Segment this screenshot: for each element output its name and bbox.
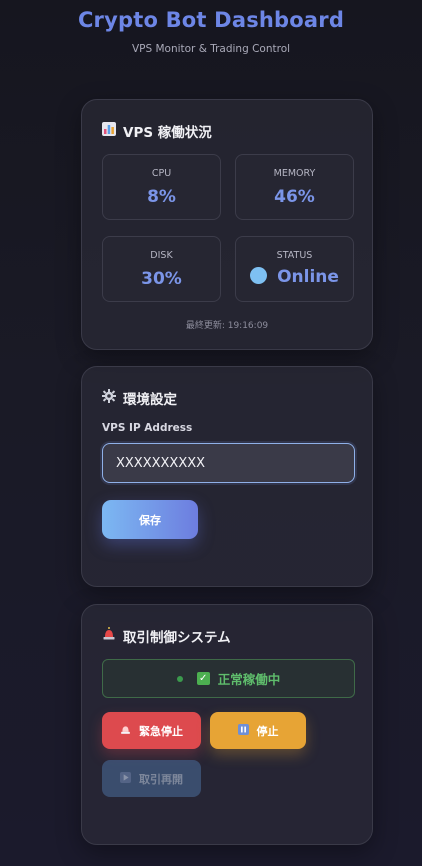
status-label: STATUS — [276, 250, 313, 261]
bar-chart-icon — [102, 122, 116, 140]
status-value-text: Online — [277, 267, 339, 287]
disk-value: 30% — [141, 269, 182, 289]
memory-value: 46% — [274, 187, 315, 207]
page-subtitle: VPS Monitor & Trading Control — [131, 43, 291, 55]
trading-status-badge: ✓ 正常稼働中 — [102, 659, 355, 698]
page-title: Crypto Bot Dashboard — [77, 8, 345, 32]
resume-trading-label: 取引再開 — [139, 772, 183, 786]
online-indicator-icon — [250, 267, 268, 284]
vps-status-heading: VPS 稼働状況 — [102, 121, 212, 141]
check-icon: ✓ — [196, 672, 210, 685]
siren-icon — [120, 724, 131, 738]
pause-icon — [237, 723, 249, 738]
resume-trading-button[interactable]: 取引再開 — [102, 760, 201, 797]
settings-title: 環境設定 — [123, 392, 177, 408]
status-value: Online — [236, 267, 353, 287]
siren-icon — [102, 627, 116, 645]
vps-ip-label: VPS IP Address — [102, 422, 193, 434]
emergency-stop-label: 緊急停止 — [139, 724, 183, 738]
last-updated: 最終更新: 19:16:09 — [185, 321, 269, 331]
emergency-stop-button[interactable]: 緊急停止 — [102, 712, 201, 749]
gear-icon — [102, 389, 116, 407]
status-dot-icon — [176, 675, 183, 682]
trading-control-card: 取引制御システム ✓ 正常稼働中 緊急停止 停止 取引再開 — [81, 604, 373, 845]
cpu-stat: CPU 8% — [102, 154, 221, 220]
disk-stat: DISK 30% — [102, 236, 221, 302]
memory-stat: MEMORY 46% — [235, 154, 354, 220]
stop-button[interactable]: 停止 — [210, 712, 306, 749]
memory-label: MEMORY — [273, 168, 316, 179]
vps-status-card: VPS 稼働状況 CPU 8% MEMORY 46% DISK 30% STAT… — [81, 99, 373, 350]
trading-title: 取引制御システム — [123, 630, 231, 646]
settings-heading: 環境設定 — [102, 388, 177, 408]
trading-heading: 取引制御システム — [102, 626, 231, 646]
vps-ip-input[interactable] — [102, 443, 355, 483]
trading-status-text: 正常稼働中 — [217, 672, 281, 687]
stop-label: 停止 — [256, 724, 279, 738]
status-stat: STATUS Online — [235, 236, 354, 302]
play-icon — [120, 771, 131, 786]
cpu-value: 8% — [147, 187, 176, 207]
disk-label: DISK — [150, 250, 173, 261]
cpu-label: CPU — [151, 168, 172, 179]
save-button[interactable]: 保存 — [102, 500, 198, 539]
settings-card: 環境設定 VPS IP Address 保存 — [81, 366, 373, 587]
vps-status-title: VPS 稼働状況 — [123, 125, 212, 141]
